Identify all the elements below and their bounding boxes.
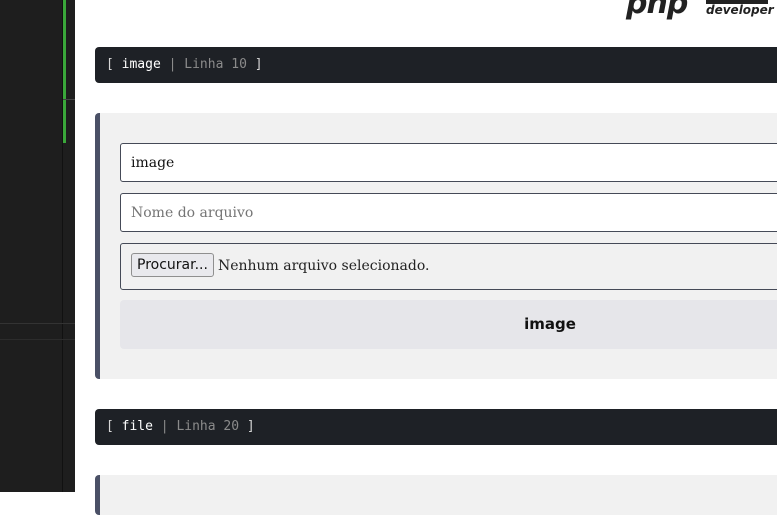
file-input: Procurar... Nenhum arquivo selecionado. bbox=[120, 243, 777, 290]
sidebar-divider bbox=[0, 339, 75, 340]
header-separator: | bbox=[160, 57, 185, 72]
php-developer-logo: php developer bbox=[622, 0, 777, 21]
header-close-bracket: ] bbox=[239, 419, 255, 434]
file-status: Nenhum arquivo selecionado. bbox=[217, 258, 430, 274]
logo-mark: php bbox=[626, 0, 688, 21]
header-open-bracket: [ bbox=[106, 57, 122, 72]
sidebar-active-indicator bbox=[63, 0, 66, 143]
header-close-bracket: ] bbox=[246, 57, 263, 72]
header-separator: | bbox=[152, 419, 177, 434]
logo-subtitle: developer bbox=[706, 3, 774, 17]
upload-form-card bbox=[95, 475, 777, 515]
section-line: Linha 20 bbox=[176, 419, 240, 434]
sidebar-divider bbox=[0, 323, 75, 324]
header-open-bracket: [ bbox=[106, 419, 122, 434]
browse-button[interactable]: Procurar... bbox=[131, 253, 214, 277]
sidebar-divider bbox=[63, 99, 75, 100]
section-name: image bbox=[121, 57, 161, 72]
section-line: Linha 10 bbox=[184, 57, 247, 72]
submit-button[interactable]: image bbox=[120, 300, 777, 349]
editor-sidebar bbox=[0, 0, 75, 492]
upload-form-card: Procurar...Nenhum arquivo selecionado. i… bbox=[95, 113, 777, 379]
section-header: [ image | Linha 10 ] bbox=[95, 47, 777, 83]
filename-field[interactable] bbox=[120, 193, 777, 232]
section-name: file bbox=[121, 419, 153, 434]
name-field[interactable] bbox=[120, 143, 777, 182]
section-header: [ file | Linha 20 ] bbox=[95, 409, 777, 445]
